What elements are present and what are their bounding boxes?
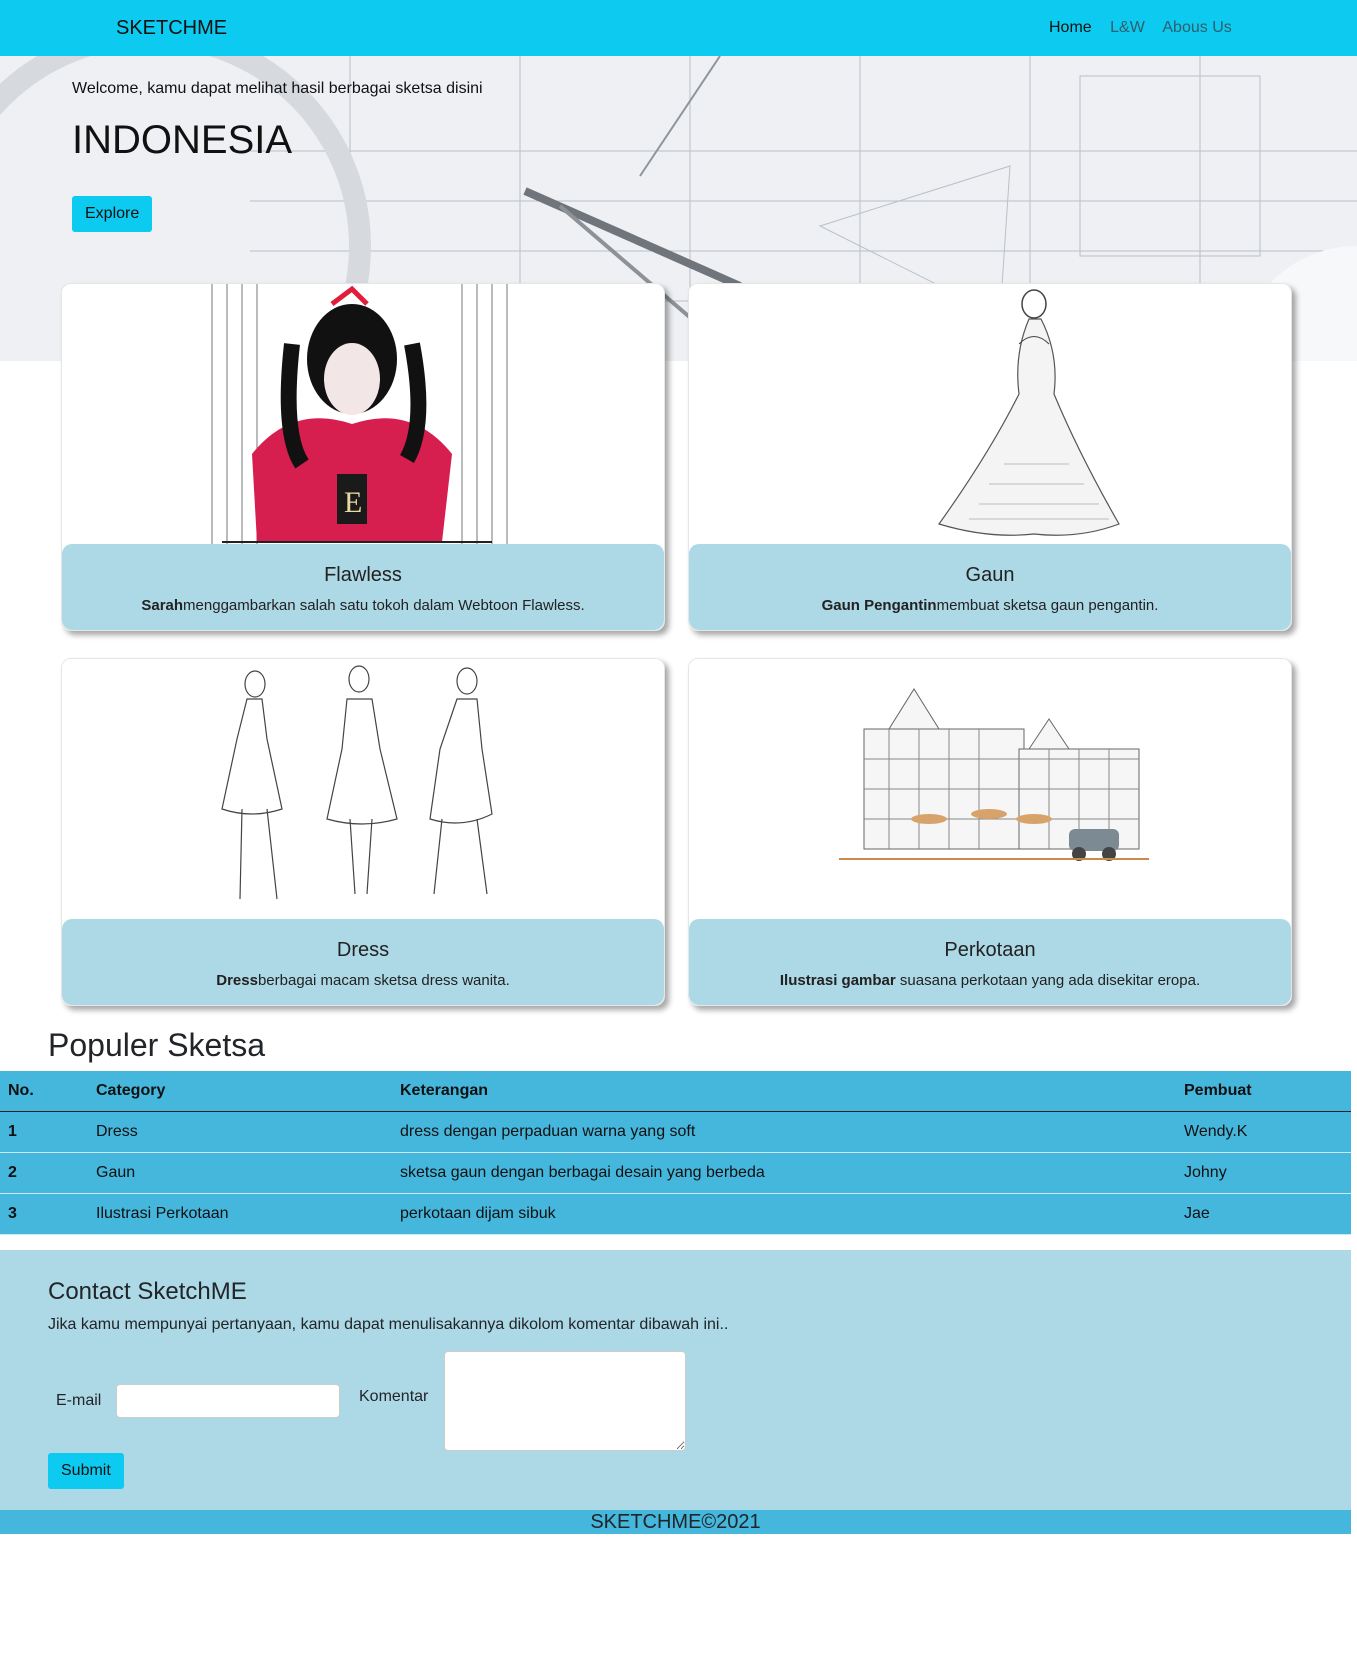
card-title: Perkotaan [944, 939, 1036, 961]
nav-home-link[interactable]: Home [1049, 19, 1092, 36]
card-body: Dress Dressberbagai macam sketsa dress w… [62, 919, 664, 1005]
populer-sketsa-table: No. Category Keterangan Pembuat 1 Dress … [0, 1071, 1351, 1235]
table-header-pembuat: Pembuat [1176, 1071, 1351, 1112]
card-text: Sarahmenggambarkan salah satu tokoh dala… [62, 597, 664, 614]
card-body: Gaun Gaun Pengantinmembuat sketsa gaun p… [689, 544, 1291, 630]
card-text-rest: membuat sketsa gaun pengantin. [936, 597, 1159, 614]
nav-lw-link[interactable]: L&W [1110, 19, 1145, 36]
table-cell-pembuat: Jae [1176, 1193, 1351, 1235]
dress-sketch-image [62, 659, 664, 919]
nav-links: Home L&W Abous Us [1049, 19, 1246, 37]
perkotaan-sketch-image [689, 659, 1291, 919]
card-text-rest: berbagai macam sketsa dress wanita. [257, 972, 510, 989]
contact-title: Contact SketchME [48, 1278, 247, 1305]
email-field[interactable] [116, 1384, 340, 1418]
table-cell-keterangan: perkotaan dijam sibuk [392, 1193, 1176, 1235]
submit-button[interactable]: Submit [48, 1453, 124, 1489]
card-title: Dress [336, 939, 390, 961]
table-cell-keterangan: dress dengan perpaduan warna yang soft [392, 1111, 1176, 1153]
hero-welcome-text: Welcome, kamu dapat melihat hasil berbag… [72, 80, 483, 97]
nav-about-link[interactable]: Abous Us [1162, 19, 1231, 36]
svg-text:E: E [344, 486, 362, 519]
table-cell-no: 2 [0, 1152, 88, 1194]
explore-button[interactable]: Explore [72, 196, 153, 232]
brand-logo[interactable]: SKETCHME [116, 17, 227, 40]
card-text: Dressberbagai macam sketsa dress wanita. [62, 972, 664, 989]
table-row: 1 Dress dress dengan perpaduan warna yan… [0, 1111, 1351, 1153]
comment-label: Komentar [359, 1388, 429, 1405]
table-header-category: Category [88, 1071, 392, 1112]
contact-section: Contact SketchME Jika kamu mempunyai per… [0, 1250, 1351, 1510]
table-cell-pembuat: Johny [1176, 1152, 1351, 1194]
card-body: Flawless Sarahmenggambarkan salah satu t… [62, 544, 664, 630]
card-text: Gaun Pengantinmembuat sketsa gaun pengan… [689, 597, 1291, 614]
gaun-sketch-image [689, 284, 1291, 544]
table-cell-no: 1 [0, 1111, 88, 1153]
populer-sketsa-title: Populer Sketsa [48, 1027, 266, 1063]
comment-field[interactable] [444, 1351, 686, 1451]
card-dress[interactable]: Dress Dressberbagai macam sketsa dress w… [61, 658, 665, 1006]
card-title: Gaun [965, 564, 1015, 586]
flawless-sketch-image: E [62, 284, 664, 544]
table-row: 3 Ilustrasi Perkotaan perkotaan dijam si… [0, 1193, 1351, 1235]
table-header-keterangan: Keterangan [392, 1071, 1176, 1112]
table-cell-category: Dress [88, 1111, 392, 1153]
table-cell-category: Ilustrasi Perkotaan [88, 1193, 392, 1235]
card-perkotaan[interactable]: Perkotaan Ilustrasi gambar suasana perko… [688, 658, 1292, 1006]
card-text: Ilustrasi gambar suasana perkotaan yang … [689, 972, 1291, 989]
table-header-no: No. [0, 1071, 88, 1112]
table-row: 2 Gaun sketsa gaun dengan berbagai desai… [0, 1152, 1351, 1194]
card-body: Perkotaan Ilustrasi gambar suasana perko… [689, 919, 1291, 1005]
email-label: E-mail [56, 1392, 102, 1409]
table-cell-category: Gaun [88, 1152, 392, 1194]
hero-title: INDONESIA [72, 118, 293, 162]
navbar: SKETCHME Home L&W Abous Us [0, 0, 1357, 56]
table-cell-no: 3 [0, 1193, 88, 1235]
card-text-bold: Ilustrasi gambar [779, 972, 896, 989]
card-text-bold: Dress [216, 972, 258, 989]
card-title: Flawless [324, 564, 402, 586]
card-text-bold: Gaun Pengantin [821, 597, 937, 614]
table-header-row: No. Category Keterangan Pembuat [0, 1071, 1351, 1112]
table-cell-keterangan: sketsa gaun dengan berbagai desain yang … [392, 1152, 1176, 1194]
table-cell-pembuat: Wendy.K [1176, 1111, 1351, 1153]
card-text-rest: menggambarkan salah satu tokoh dalam Web… [183, 597, 585, 614]
card-text-bold: Sarah [141, 597, 184, 614]
card-gaun[interactable]: Gaun Gaun Pengantinmembuat sketsa gaun p… [688, 283, 1292, 631]
contact-description: Jika kamu mempunyai pertanyaan, kamu dap… [48, 1316, 729, 1333]
card-text-rest: suasana perkotaan yang ada disekitar ero… [895, 972, 1201, 989]
card-flawless[interactable]: E Flawless Sarahmenggambarkan salah satu… [61, 283, 665, 631]
footer: SKETCHME©2021 [0, 1510, 1351, 1534]
